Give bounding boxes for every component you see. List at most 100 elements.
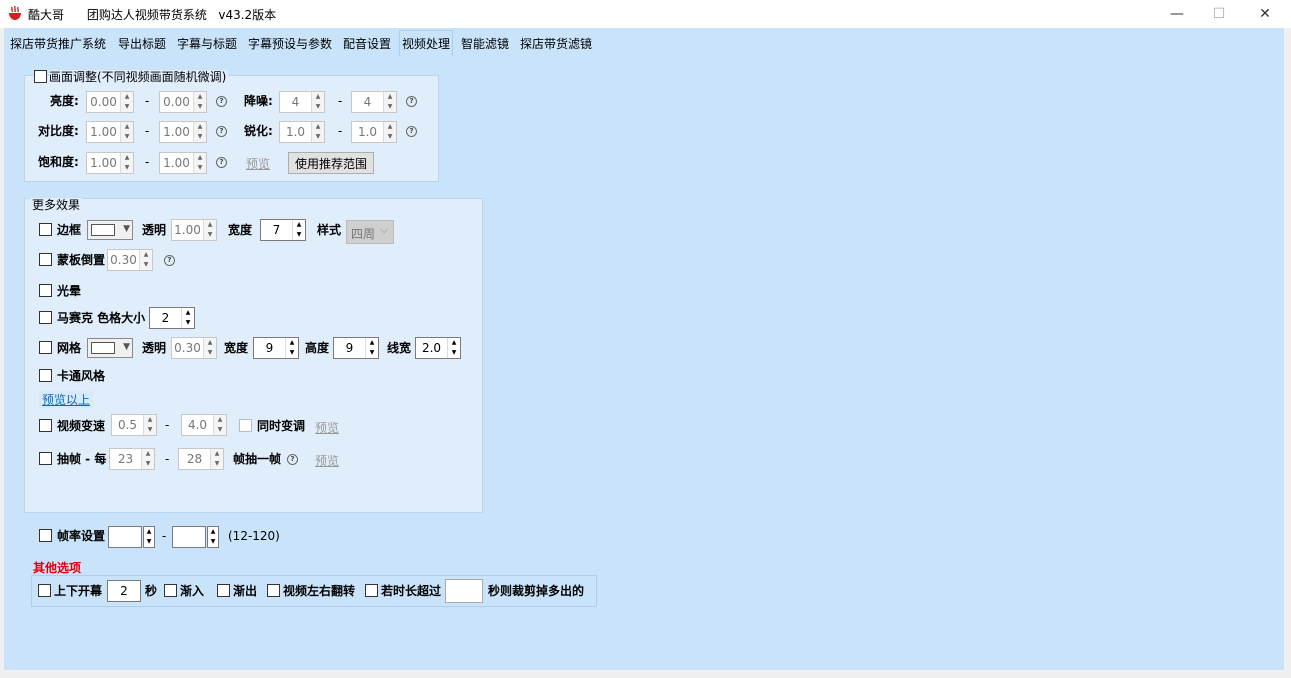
spin-up-icon[interactable]: ▲ (194, 122, 206, 132)
help-icon[interactable]: ? (406, 96, 417, 107)
spin-up-icon[interactable]: ▲ (182, 308, 194, 318)
spin-up-icon[interactable]: ▲ (121, 153, 133, 163)
spin-down-icon[interactable]: ▼ (121, 102, 133, 112)
frame-drop-preview-link[interactable]: 预览 (315, 452, 339, 469)
tab-subtitles-titles[interactable]: 字幕与标题 (175, 32, 239, 54)
spin-up-icon[interactable]: ▲ (121, 92, 133, 102)
spin-down-icon[interactable]: ▼ (312, 102, 324, 112)
spin-down-icon[interactable]: ▼ (121, 132, 133, 142)
spin-up-icon[interactable]: ▲ (312, 122, 324, 132)
spin-down-icon[interactable]: ▼ (144, 425, 156, 435)
close-button[interactable]: ✕ (1242, 0, 1288, 28)
help-icon[interactable]: ? (164, 255, 175, 266)
help-icon[interactable]: ? (216, 126, 227, 137)
tab-export-title[interactable]: 导出标题 (116, 32, 168, 54)
spin-up-icon[interactable]: ▲ (448, 338, 460, 348)
border-checkbox[interactable] (39, 223, 52, 236)
picture-adjust-checkbox[interactable] (34, 70, 47, 83)
frame-drop-checkbox[interactable] (39, 452, 52, 465)
sharpen-min-spinner[interactable]: 1.0 ▲ ▼ (279, 121, 325, 143)
frame-drop-max-spinner[interactable]: 28 ▲ ▼ (178, 448, 224, 470)
speed-preview-link[interactable]: 预览 (315, 419, 339, 436)
speed-checkbox[interactable] (39, 419, 52, 432)
spin-down-icon[interactable]: ▼ (384, 102, 396, 112)
spin-up-icon[interactable]: ▲ (211, 449, 223, 459)
spin-up-icon[interactable]: ▲ (204, 220, 216, 230)
preview-above-link[interactable]: 预览以上 (39, 391, 94, 408)
tab-subtitle-presets[interactable]: 字幕预设与参数 (246, 32, 334, 54)
spin-up-icon[interactable]: ▲ (142, 449, 154, 459)
spin-down-icon[interactable]: ▼ (142, 459, 154, 469)
spin-down-icon[interactable]: ▼ (121, 163, 133, 173)
sharpen-max-spinner[interactable]: 1.0 ▲ ▼ (351, 121, 397, 143)
spin-down-icon[interactable]: ▼ (384, 132, 396, 142)
halo-checkbox[interactable] (39, 284, 52, 297)
spin-down-icon[interactable]: ▼ (312, 132, 324, 142)
flip-checkbox[interactable] (267, 584, 280, 597)
tab-voiceover-settings[interactable]: 配音设置 (341, 32, 393, 54)
spin-down-icon[interactable]: ▼ (204, 348, 216, 358)
grid-opacity-spinner[interactable]: 0.30 ▲ ▼ (171, 337, 217, 359)
speed-min-spinner[interactable]: 0.5 ▲ ▼ (111, 414, 157, 436)
spin-down-icon[interactable]: ▼ (144, 537, 154, 547)
help-icon[interactable]: ? (216, 157, 227, 168)
frame-drop-min-spinner[interactable]: 23 ▲ ▼ (109, 448, 155, 470)
spin-down-icon[interactable]: ▼ (448, 348, 460, 358)
curtain-checkbox[interactable] (38, 584, 51, 597)
frame-rate-max-input[interactable] (172, 526, 206, 548)
brightness-max-spinner[interactable]: 0.00 ▲ ▼ (159, 91, 207, 113)
spin-down-icon[interactable]: ▼ (204, 230, 216, 240)
grid-width-spinner[interactable]: 9 ▲ ▼ (253, 337, 299, 359)
fade-in-checkbox[interactable] (164, 584, 177, 597)
spin-up-icon[interactable]: ▲ (214, 415, 226, 425)
spin-up-icon[interactable]: ▲ (384, 122, 396, 132)
grid-color-picker[interactable]: ▼ (87, 338, 133, 358)
border-color-picker[interactable]: ▼ (87, 220, 133, 240)
tab-store-promotion[interactable]: 探店带货推广系统 (8, 32, 108, 54)
preview-link[interactable]: 预览 (246, 155, 270, 172)
mask-reflection-spinner[interactable]: 0.30 ▲ ▼ (107, 249, 153, 271)
contrast-max-spinner[interactable]: 1.00 ▲ ▼ (159, 121, 207, 143)
grid-line-spinner[interactable]: 2.0 ▲ ▼ (415, 337, 461, 359)
minimize-button[interactable]: — (1154, 0, 1200, 28)
spin-down-icon[interactable]: ▼ (214, 425, 226, 435)
frame-rate-min-input[interactable] (108, 526, 142, 548)
spin-down-icon[interactable]: ▼ (366, 348, 378, 358)
tab-video-processing[interactable]: 视频处理 (399, 30, 454, 56)
spin-up-icon[interactable]: ▲ (384, 92, 396, 102)
frame-rate-min-stepper[interactable]: ▲ ▼ (143, 526, 155, 548)
border-width-spinner[interactable]: 7 ▲ ▼ (260, 219, 306, 241)
trim-seconds-input[interactable] (445, 579, 483, 603)
help-icon[interactable]: ? (216, 96, 227, 107)
grid-checkbox[interactable] (39, 341, 52, 354)
denoise-max-spinner[interactable]: 4 ▲ ▼ (351, 91, 397, 113)
spin-up-icon[interactable]: ▲ (144, 527, 154, 537)
spin-up-icon[interactable]: ▲ (204, 338, 216, 348)
grid-height-spinner[interactable]: 9 ▲ ▼ (333, 337, 379, 359)
spin-up-icon[interactable]: ▲ (208, 527, 218, 537)
saturation-max-spinner[interactable]: 1.00 ▲ ▼ (159, 152, 207, 174)
help-icon[interactable]: ? (406, 126, 417, 137)
mask-reflection-checkbox[interactable] (39, 253, 52, 266)
curtain-seconds-input[interactable]: 2 (107, 580, 141, 602)
spin-down-icon[interactable]: ▼ (286, 348, 298, 358)
mosaic-size-spinner[interactable]: 2 ▲ ▼ (149, 307, 195, 329)
cartoon-checkbox[interactable] (39, 369, 52, 382)
spin-down-icon[interactable]: ▼ (194, 102, 206, 112)
tab-smart-filter[interactable]: 智能滤镜 (459, 32, 511, 54)
spin-down-icon[interactable]: ▼ (211, 459, 223, 469)
spin-up-icon[interactable]: ▲ (293, 220, 305, 230)
spin-up-icon[interactable]: ▲ (194, 92, 206, 102)
spin-up-icon[interactable]: ▲ (194, 153, 206, 163)
tab-store-filter[interactable]: 探店带货滤镜 (518, 32, 594, 54)
use-recommended-range-button[interactable]: 使用推荐范围 (288, 152, 374, 174)
brightness-min-spinner[interactable]: 0.00 ▲ ▼ (86, 91, 134, 113)
spin-down-icon[interactable]: ▼ (208, 537, 218, 547)
spin-up-icon[interactable]: ▲ (286, 338, 298, 348)
spin-down-icon[interactable]: ▼ (194, 163, 206, 173)
maximize-button[interactable]: ☐ (1196, 0, 1242, 28)
spin-up-icon[interactable]: ▲ (312, 92, 324, 102)
saturation-min-spinner[interactable]: 1.00 ▲ ▼ (86, 152, 134, 174)
spin-down-icon[interactable]: ▼ (194, 132, 206, 142)
help-icon[interactable]: ? (287, 454, 298, 465)
